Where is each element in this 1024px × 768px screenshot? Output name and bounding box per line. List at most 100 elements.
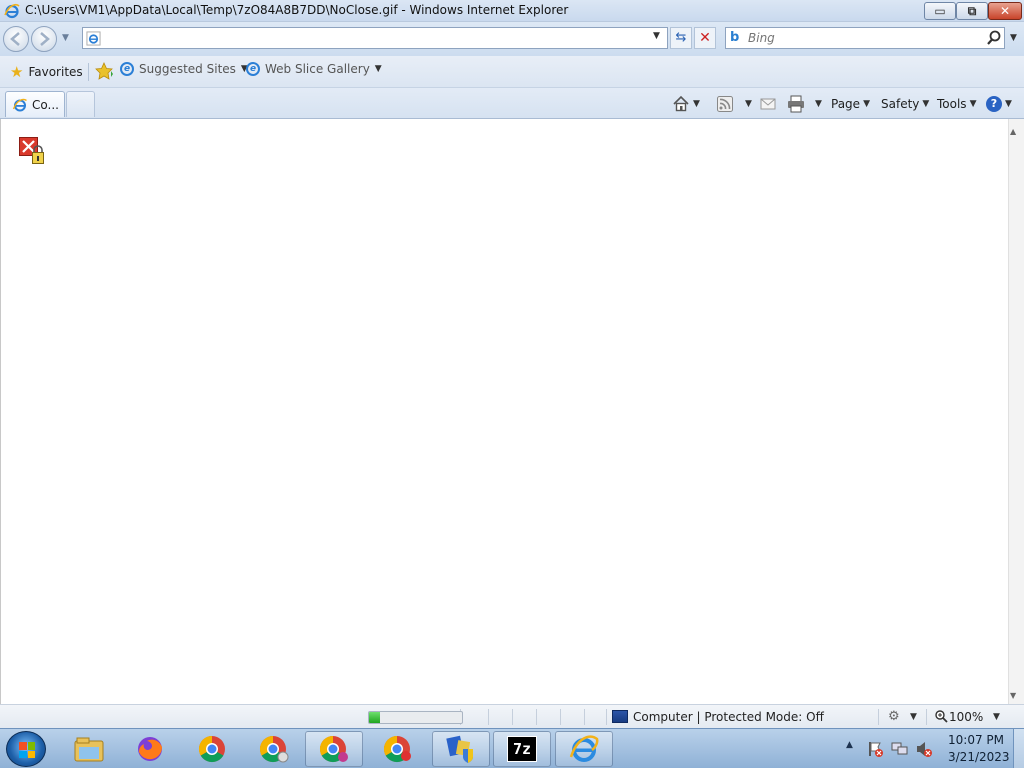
taskbar-7zip[interactable]: 7z xyxy=(493,731,551,767)
page-icon xyxy=(86,31,101,46)
chevron-down-icon: ▼ xyxy=(815,99,822,109)
divider xyxy=(926,709,927,725)
taskbar-installer[interactable] xyxy=(432,731,490,767)
recent-pages-dropdown-icon[interactable]: ▼ xyxy=(62,33,72,43)
back-button[interactable] xyxy=(3,26,29,52)
taskbar-explorer[interactable] xyxy=(60,731,118,767)
computer-zone-icon xyxy=(612,710,628,723)
forward-button[interactable] xyxy=(31,26,57,52)
navigation-bar: ▼ ▼ ⇆ ✕ b xyxy=(0,22,1024,56)
search-options-dropdown-icon[interactable]: ▼ xyxy=(1010,33,1017,43)
7zip-icon: 7z xyxy=(507,736,537,762)
tools-menu[interactable]: Tools ▼ xyxy=(937,94,976,114)
stop-button[interactable]: ✕ xyxy=(694,27,716,49)
chrome-canary-icon xyxy=(319,735,348,763)
clock-time[interactable]: 10:07 PM xyxy=(948,733,1004,747)
restore-button[interactable]: ⧉ xyxy=(956,2,988,20)
search-icon[interactable] xyxy=(986,29,1002,47)
taskbar-chrome-dev[interactable] xyxy=(369,731,427,767)
favorites-bar: ★ Favorites e Suggested Sites ▼ e Web Sl… xyxy=(0,56,1024,88)
bing-icon: b xyxy=(730,30,740,45)
favorites-label: Favorites xyxy=(28,65,83,79)
divider xyxy=(512,709,513,725)
chevron-down-icon[interactable]: ▼ xyxy=(910,712,917,722)
network-icon[interactable] xyxy=(891,740,909,758)
taskbar-firefox[interactable] xyxy=(121,731,179,767)
search-input[interactable] xyxy=(748,30,978,46)
tab-active[interactable]: Co... xyxy=(5,91,65,117)
popup-blocker-icon[interactable]: ⚙ xyxy=(888,709,900,724)
help-button[interactable]: ? ▼ xyxy=(986,94,1012,114)
address-bar: ▼ xyxy=(82,27,668,49)
windows-logo-icon xyxy=(19,742,35,758)
firefox-icon xyxy=(138,737,163,761)
volume-muted-icon[interactable] xyxy=(915,740,933,758)
chevron-down-icon: ▼ xyxy=(969,99,977,109)
chrome-profile-icon xyxy=(259,735,289,763)
feeds-button[interactable]: ▼ xyxy=(716,94,752,114)
close-icon: ✕ xyxy=(999,4,1011,18)
page-menu[interactable]: Page ▼ xyxy=(831,94,870,114)
taskbar-internet-explorer[interactable] xyxy=(555,731,613,767)
show-hidden-icons-icon[interactable]: ▲ xyxy=(846,740,853,750)
favorites-star-icon: ★ xyxy=(10,63,24,81)
taskbar-chrome-canary[interactable] xyxy=(305,731,363,767)
safety-menu[interactable]: Safety ▼ xyxy=(881,94,929,114)
progress-fill xyxy=(369,712,381,723)
divider xyxy=(606,709,607,725)
chevron-down-icon: ▼ xyxy=(745,99,752,109)
printer-icon xyxy=(788,95,804,113)
add-to-favorites-bar-button[interactable] xyxy=(95,62,115,83)
divider xyxy=(878,709,879,725)
zoom-level[interactable]: 100% xyxy=(949,710,983,724)
chevron-down-icon: ▼ xyxy=(863,99,870,109)
divider xyxy=(488,709,489,725)
refresh-button[interactable]: ⇆ xyxy=(670,27,692,49)
chrome-dev-icon xyxy=(383,735,411,763)
divider xyxy=(536,709,537,725)
action-center-flag-icon[interactable] xyxy=(866,740,884,758)
mail-icon xyxy=(760,98,776,110)
minimize-button[interactable]: ▭ xyxy=(924,2,956,20)
internet-explorer-icon xyxy=(4,3,20,19)
page-menu-label: Page xyxy=(831,97,861,111)
web-slice-gallery-icon: e xyxy=(246,62,260,76)
read-mail-button[interactable] xyxy=(760,94,776,114)
internet-explorer-icon xyxy=(569,735,599,762)
suggested-sites-button[interactable]: e Suggested Sites ▼ xyxy=(120,62,248,76)
safety-menu-label: Safety xyxy=(881,97,920,111)
clock-date[interactable]: 3/21/2023 xyxy=(948,750,1010,764)
chrome-icon xyxy=(198,735,225,763)
favorites-button[interactable]: ★ Favorites xyxy=(4,61,89,83)
home-button[interactable]: ▼ xyxy=(672,94,700,114)
address-input[interactable] xyxy=(105,30,645,46)
home-icon xyxy=(673,95,689,112)
taskbar-chrome[interactable] xyxy=(183,731,241,767)
new-tab-button[interactable] xyxy=(66,91,95,117)
divider xyxy=(88,63,89,81)
start-button[interactable] xyxy=(6,731,46,767)
show-desktop-button[interactable] xyxy=(1013,729,1024,768)
status-bar: Computer | Protected Mode: Off ⚙ ▼ 100% … xyxy=(0,704,1024,728)
installer-shield-icon xyxy=(446,735,473,763)
back-arrow-icon xyxy=(10,32,20,46)
scroll-up-icon[interactable]: ▲ xyxy=(1010,127,1016,136)
taskbar-chrome-profile[interactable] xyxy=(245,731,303,767)
tools-menu-label: Tools xyxy=(937,97,967,111)
tab-ie-icon xyxy=(12,98,27,111)
web-slice-gallery-button[interactable]: e Web Slice Gallery ▼ xyxy=(246,62,382,76)
close-button[interactable]: ✕ xyxy=(988,2,1022,20)
minimize-icon: ▭ xyxy=(934,4,946,18)
divider xyxy=(584,709,585,725)
chevron-down-icon: ▼ xyxy=(1005,99,1012,109)
address-dropdown-icon[interactable]: ▼ xyxy=(653,31,660,41)
window-title: C:\Users\VM1\AppData\Local\Temp\7zO84A8B… xyxy=(25,3,569,17)
security-zone-label[interactable]: Computer | Protected Mode: Off xyxy=(633,710,824,724)
vertical-scrollbar[interactable] xyxy=(1008,119,1024,704)
web-slice-gallery-label: Web Slice Gallery xyxy=(265,62,370,76)
scroll-down-icon[interactable]: ▼ xyxy=(1010,691,1016,700)
print-button[interactable]: ▼ xyxy=(786,94,822,114)
zoom-dropdown-icon[interactable]: ▼ xyxy=(993,712,1000,722)
suggested-sites-label: Suggested Sites xyxy=(139,62,236,76)
taskbar: 7z xyxy=(0,728,1024,768)
